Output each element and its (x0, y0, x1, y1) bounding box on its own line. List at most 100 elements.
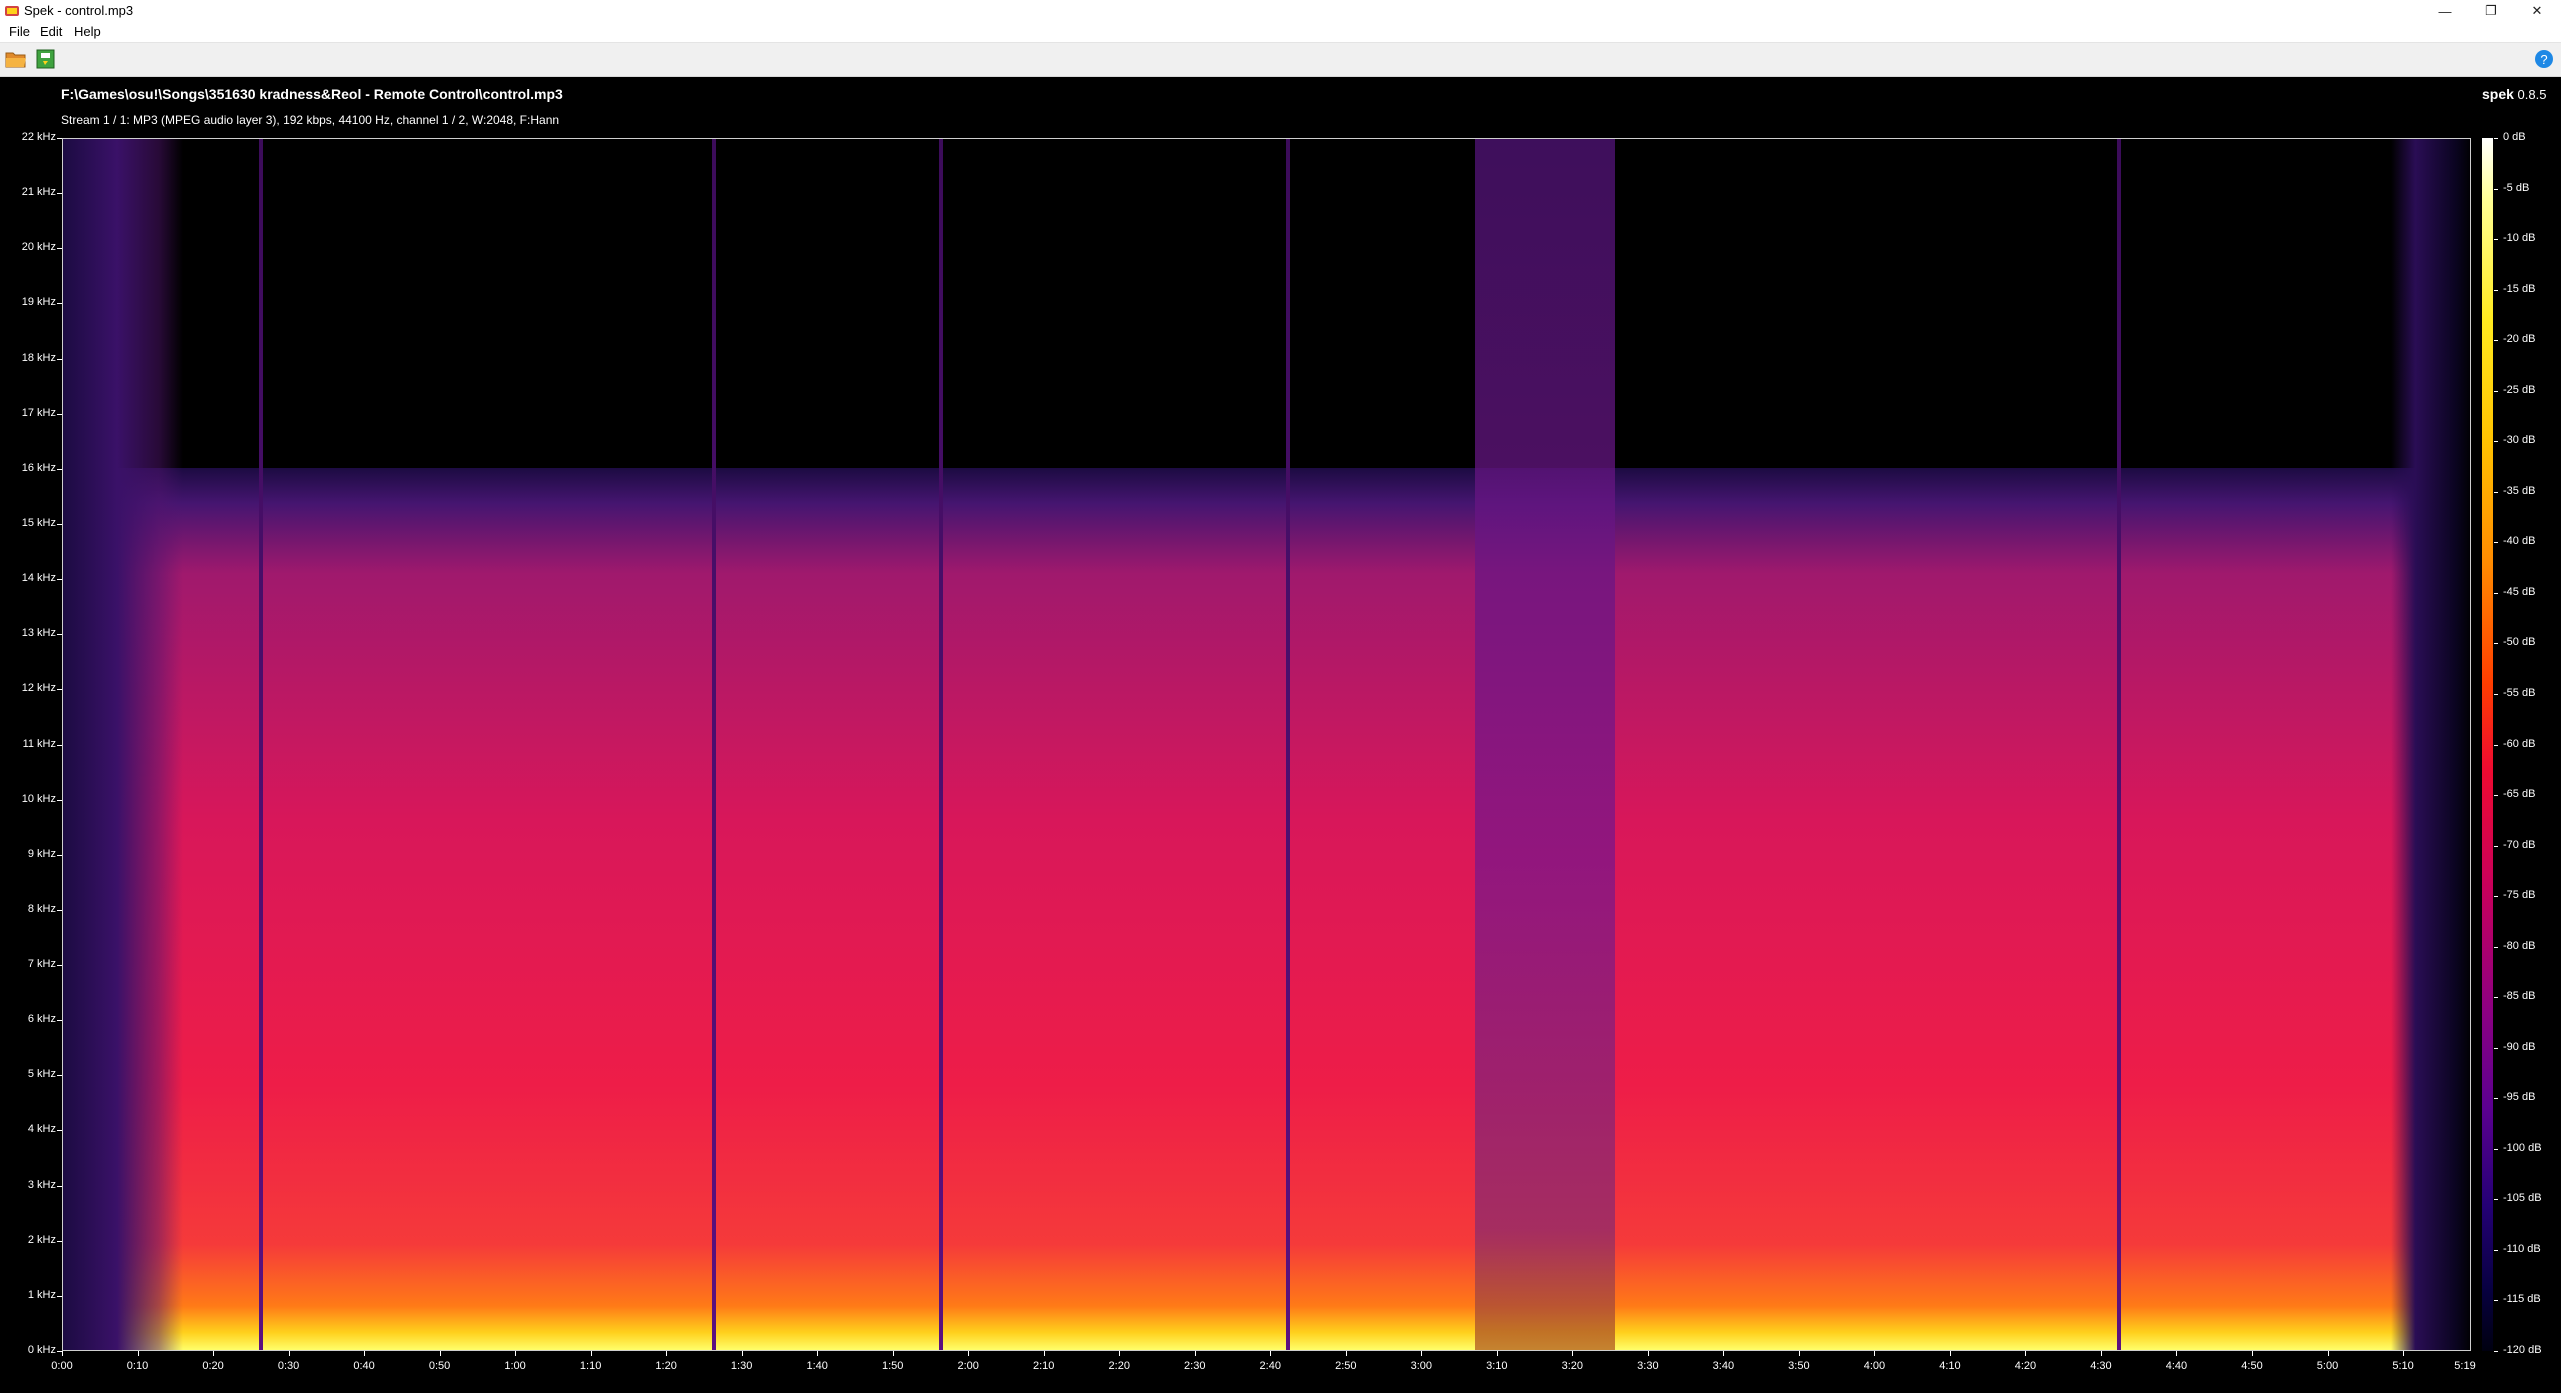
db-tick (2494, 138, 2498, 139)
db-colorbar (2482, 138, 2493, 1351)
time-tick-label: 1:50 (881, 1360, 904, 1372)
open-file-button[interactable] (4, 48, 28, 70)
time-tick (137, 1351, 139, 1356)
db-tick-label: -120 dB (2503, 1344, 2542, 1356)
db-tick (2494, 491, 2498, 493)
time-tick-label: 5:10 (2392, 1360, 2414, 1372)
freq-tick (57, 303, 62, 305)
time-tick (439, 1351, 441, 1356)
silence-stripe (939, 139, 943, 1350)
close-icon: ✕ (2531, 3, 2543, 18)
db-tick-label: -60 dB (2503, 737, 2536, 750)
freq-tick-label: 9 kHz (27, 847, 56, 860)
db-tick (2494, 845, 2498, 847)
save-image-button[interactable] (34, 48, 58, 70)
freq-tick (57, 744, 62, 746)
spek-brand: spek 0.8.5 (2482, 86, 2546, 102)
time-tick-label: 2:10 (1033, 1360, 1055, 1372)
time-tick (666, 1351, 668, 1356)
freq-tick (57, 193, 62, 195)
spectrogram-view[interactable]: F:\Games\osu!\Songs\351630 kradness&Reol… (0, 77, 2561, 1393)
time-tick (1345, 1351, 1347, 1356)
restore-button[interactable]: ❐ (2468, 0, 2514, 22)
freq-tick (57, 579, 62, 581)
window-title: Spek - control.mp3 (24, 3, 134, 18)
silence-stripe (2117, 139, 2122, 1350)
freq-tick (57, 413, 62, 415)
freq-tick-label: 3 kHz (27, 1178, 56, 1191)
db-tick (2494, 1047, 2498, 1049)
freq-tick (57, 1020, 62, 1022)
db-tick (2494, 1300, 2498, 1302)
time-tick-label: 0:40 (353, 1360, 375, 1372)
freq-tick (57, 634, 62, 636)
freq-tick-label: 10 kHz (21, 792, 56, 805)
freq-tick (57, 799, 62, 801)
time-tick-label: 0:50 (428, 1360, 451, 1372)
spectrogram-canvas[interactable] (62, 138, 2471, 1351)
menu-bar: File Edit Help (0, 22, 2561, 43)
time-tick-label: 1:20 (655, 1360, 677, 1372)
db-tick (2494, 744, 2498, 746)
db-tick (2494, 896, 2498, 898)
db-tick-label: -25 dB (2503, 383, 2536, 396)
time-tick (590, 1351, 592, 1356)
time-tick (2025, 1351, 2027, 1356)
freq-tick (57, 1075, 62, 1077)
time-tick-label: 1:40 (806, 1360, 828, 1372)
title-bar[interactable]: Spek - control.mp3 — ❐ ✕ (0, 0, 2561, 22)
time-tick (741, 1351, 743, 1356)
time-tick (288, 1351, 290, 1356)
freq-tick-label: 11 kHz (22, 737, 56, 750)
freq-tick-label: 2 kHz (27, 1233, 56, 1246)
minimize-button[interactable]: — (2422, 0, 2468, 22)
time-tick (968, 1351, 970, 1356)
freq-tick-label: 17 kHz (21, 406, 56, 419)
menu-file[interactable]: File (9, 24, 30, 39)
menu-help[interactable]: Help (74, 24, 101, 39)
time-tick (1723, 1351, 1725, 1356)
time-tick (1119, 1351, 1121, 1356)
time-tick-label: 4:10 (1939, 1360, 1961, 1372)
freq-tick (57, 1130, 62, 1132)
silence-stripe (259, 139, 264, 1350)
time-tick (817, 1351, 819, 1356)
freq-tick (57, 965, 62, 967)
db-tick (2494, 1148, 2498, 1150)
db-tick (2494, 239, 2498, 241)
db-tick-label: -105 dB (2503, 1192, 2542, 1205)
db-tick (2494, 340, 2498, 342)
db-tick (2494, 1351, 2498, 1352)
freq-tick-label: 21 kHz (21, 186, 56, 199)
time-tick (2100, 1351, 2102, 1356)
time-tick-label: 4:20 (2014, 1360, 2037, 1372)
freq-tick-label: 5 kHz (27, 1068, 56, 1081)
time-tick (1647, 1351, 1649, 1356)
db-tick (2494, 390, 2498, 392)
db-tick-label: -35 dB (2503, 484, 2536, 497)
time-tick-label: 4:50 (2241, 1360, 2263, 1372)
time-tick (2327, 1351, 2329, 1356)
menu-edit[interactable]: Edit (40, 24, 62, 39)
time-tick-label: 3:00 (1410, 1360, 1433, 1372)
time-tick-label: 2:20 (1108, 1360, 1130, 1372)
toolbar: ? (0, 43, 2561, 77)
time-tick (2403, 1351, 2405, 1356)
help-button[interactable]: ? (2534, 49, 2554, 69)
db-tick-label: -100 dB (2503, 1141, 2542, 1154)
close-button[interactable]: ✕ (2514, 0, 2560, 22)
fade-out-region (2391, 139, 2470, 1350)
time-tick-label: 0:30 (277, 1360, 300, 1372)
time-tick (1496, 1351, 1498, 1356)
freq-tick (57, 1185, 62, 1187)
db-tick-label: -115 dB (2503, 1293, 2541, 1306)
time-tick-label: 0:20 (202, 1360, 224, 1372)
db-tick-label: -75 dB (2503, 889, 2536, 902)
db-tick (2494, 592, 2498, 594)
time-tick-label: 1:30 (730, 1360, 753, 1372)
freq-tick-label: 22 kHz (21, 131, 56, 143)
time-tick (1798, 1351, 1800, 1356)
db-tick-label: -55 dB (2503, 686, 2536, 699)
time-tick-label: 0:10 (126, 1360, 149, 1372)
db-tick (2494, 643, 2498, 645)
